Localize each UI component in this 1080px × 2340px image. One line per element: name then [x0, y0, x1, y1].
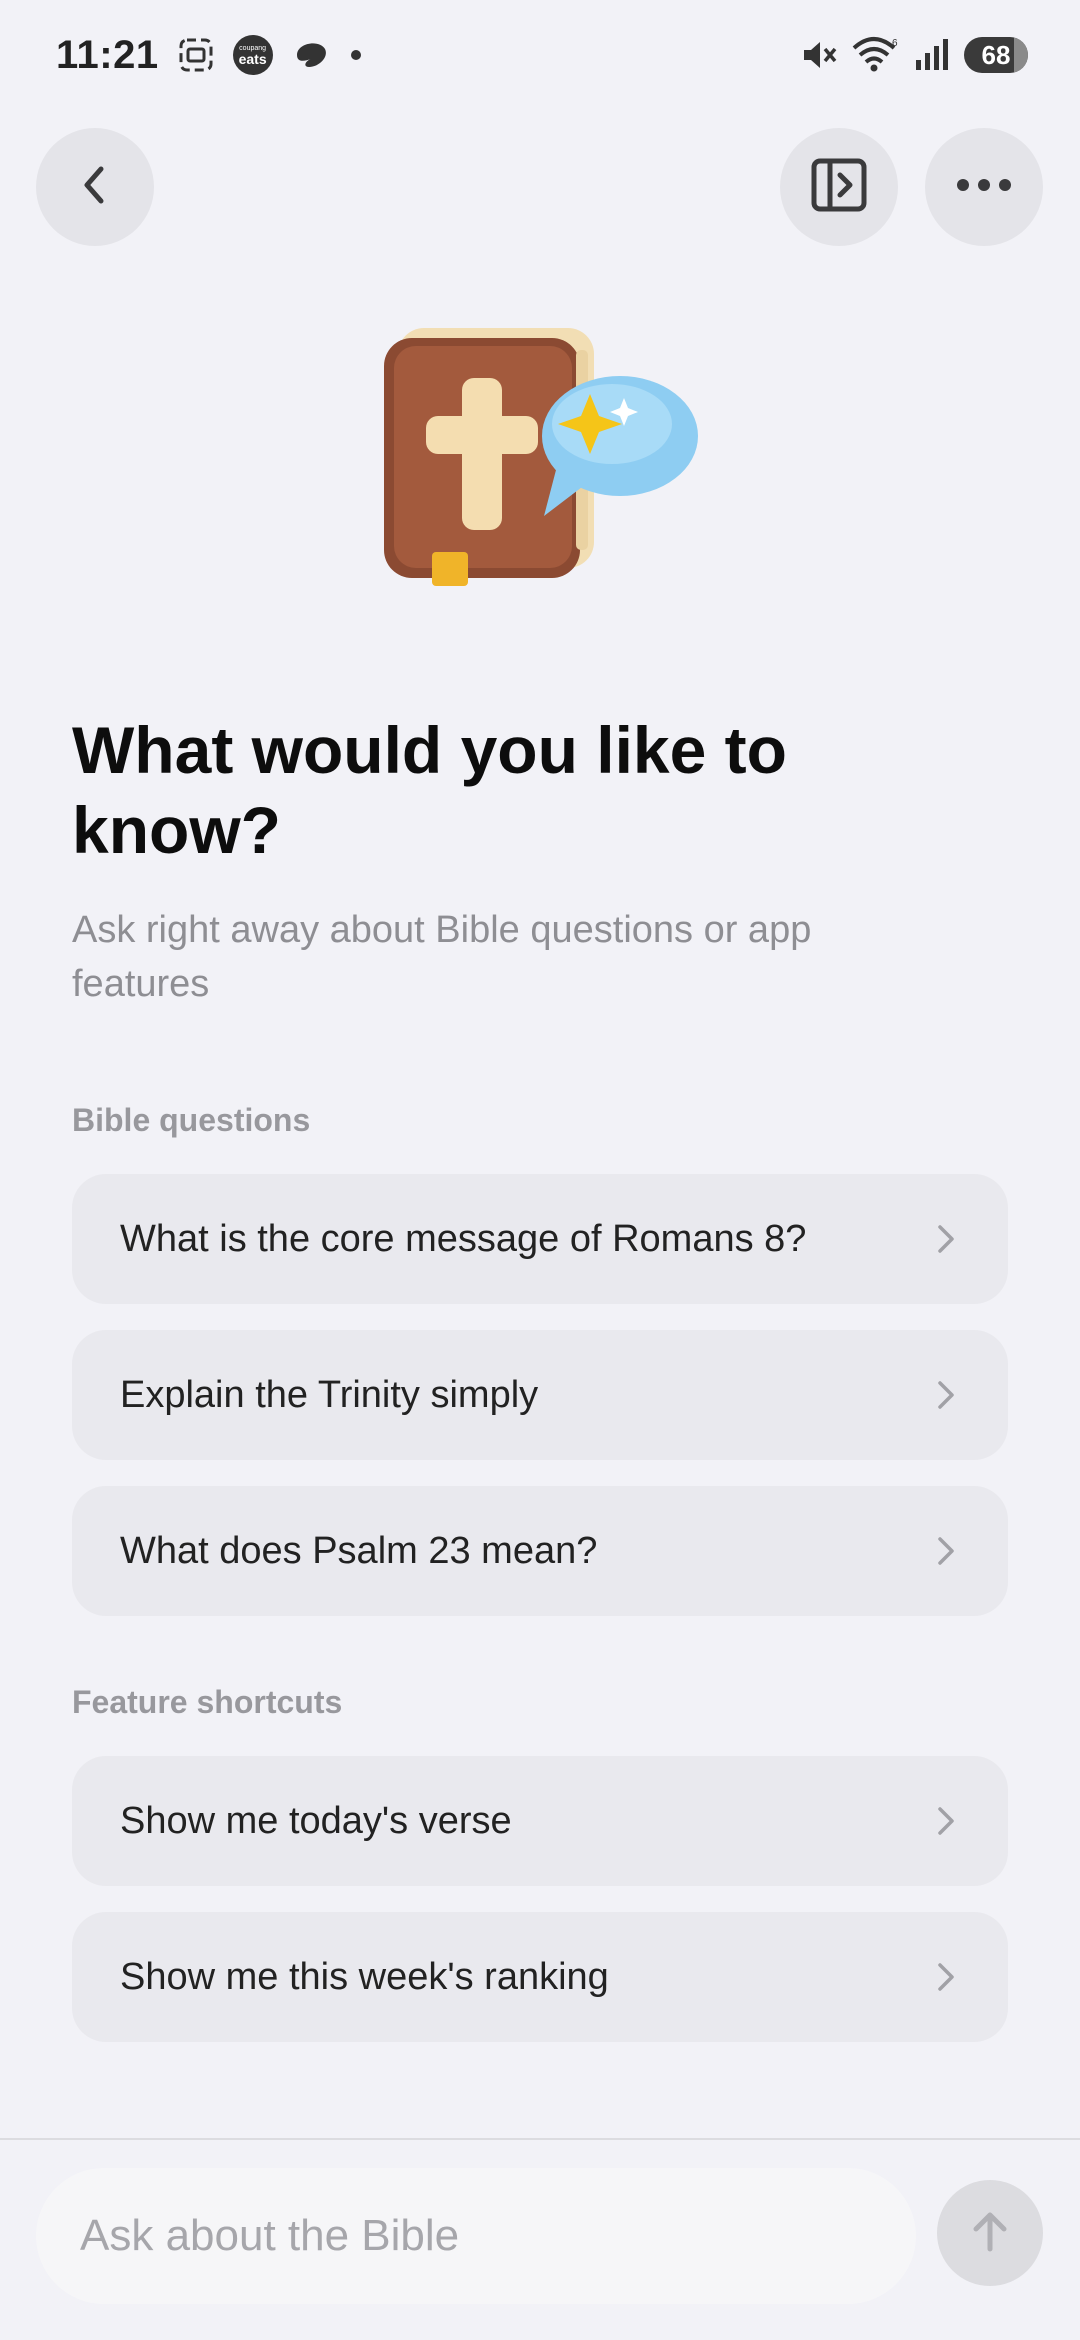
- status-time: 11:21: [56, 32, 159, 77]
- battery-empty-portion: [1013, 37, 1028, 73]
- status-left: 11:21 coupang eats: [56, 33, 363, 78]
- section-label-feature-shortcuts: Feature shortcuts: [72, 1684, 343, 1720]
- svg-text:6: 6: [892, 38, 898, 49]
- battery-indicator: 68: [964, 37, 1028, 73]
- arrow-up-icon: [968, 2207, 1012, 2260]
- battery-level: 68: [981, 39, 1011, 70]
- suggestion-card-romans[interactable]: What is the core message of Romans 8?: [72, 1174, 1008, 1304]
- bible-chat-illustration: [380, 320, 700, 590]
- chevron-left-icon: [75, 163, 115, 212]
- suggestion-card-trinity[interactable]: Explain the Trinity simply: [72, 1330, 1008, 1460]
- app-badge-label: eats: [238, 50, 267, 67]
- shortcut-card-weekly-ranking[interactable]: Show me this week's ranking: [72, 1912, 1008, 2042]
- chevron-right-icon: [936, 1379, 956, 1411]
- screenshot-icon: [177, 36, 215, 74]
- notification-dot-icon: [349, 48, 363, 62]
- ellipsis-icon: [956, 178, 1012, 197]
- side-panel-button[interactable]: [780, 128, 898, 246]
- status-right: 6 68: [800, 36, 1028, 74]
- ask-input[interactable]: [80, 2211, 916, 2261]
- back-button[interactable]: [36, 128, 154, 246]
- more-options-button[interactable]: [925, 128, 1043, 246]
- wifi-icon: 6: [852, 36, 900, 74]
- chevron-right-icon: [936, 1535, 956, 1567]
- chevron-right-icon: [936, 1805, 956, 1837]
- mute-icon: [800, 37, 838, 73]
- suggestion-text: Explain the Trinity simply: [120, 1373, 539, 1416]
- section-label-bible-questions: Bible questions: [72, 1102, 311, 1138]
- shortcut-text: Show me this week's ranking: [120, 1955, 609, 1998]
- chevron-right-icon: [936, 1961, 956, 1993]
- shortcut-text: Show me today's verse: [120, 1799, 512, 1842]
- coupang-eats-icon: coupang eats: [232, 35, 273, 75]
- suggestion-card-psalm[interactable]: What does Psalm 23 mean?: [72, 1486, 1008, 1616]
- signal-icon: [914, 38, 950, 72]
- composer-field[interactable]: [36, 2168, 916, 2304]
- send-button[interactable]: [937, 2180, 1043, 2286]
- sidebar-toggle-icon: [810, 157, 868, 218]
- status-bar: 11:21 coupang eats 6 68: [0, 0, 1080, 110]
- shortcut-card-todays-verse[interactable]: Show me today's verse: [72, 1756, 1008, 1886]
- chevron-right-icon: [936, 1223, 956, 1255]
- composer-divider: [0, 2138, 1080, 2140]
- suggestion-text: What is the core message of Romans 8?: [120, 1217, 807, 1260]
- page-subtitle: Ask right away about Bible questions or …: [72, 909, 812, 1005]
- threads-icon: [291, 37, 331, 73]
- page-title: What would you like to know?: [72, 713, 787, 867]
- suggestion-text: What does Psalm 23 mean?: [120, 1529, 598, 1572]
